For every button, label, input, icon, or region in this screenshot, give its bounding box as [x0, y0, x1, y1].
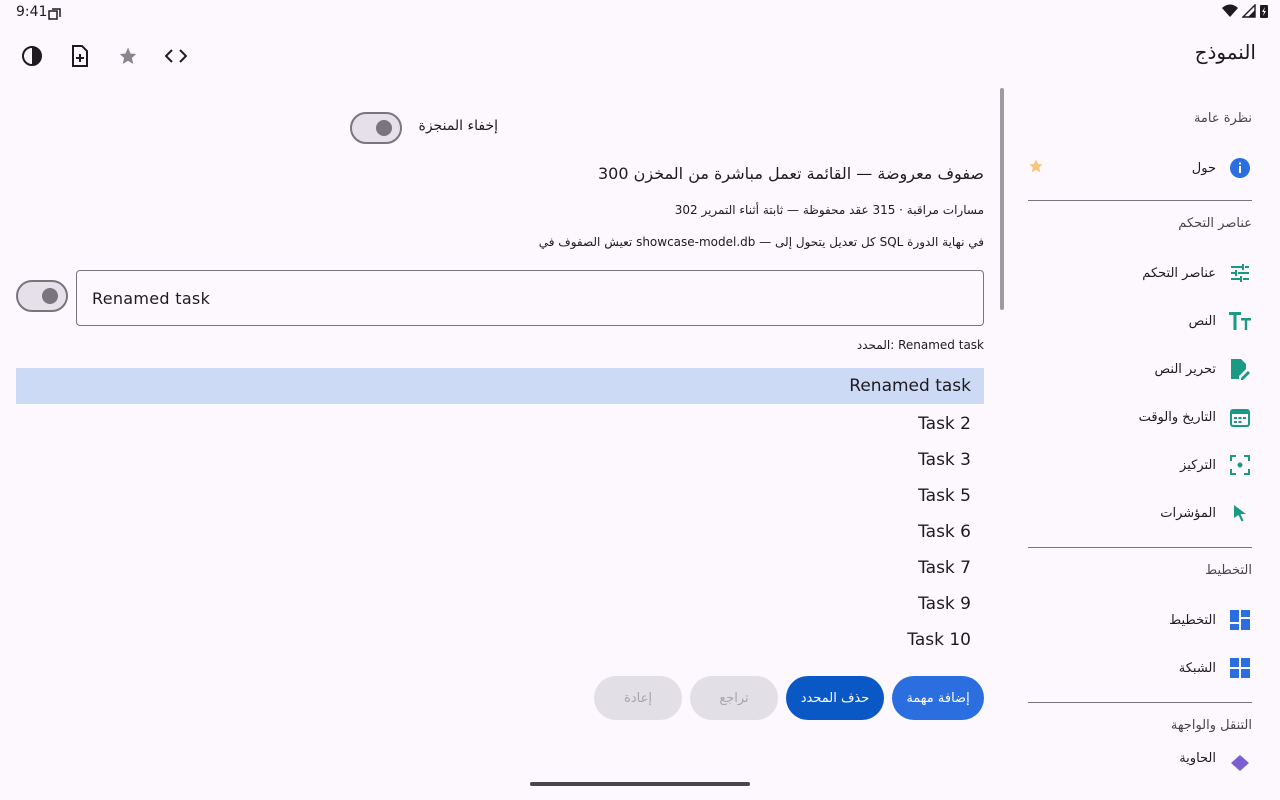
code-icon[interactable]: [160, 40, 192, 72]
sidebar-item-label: عناصر التحكم: [1142, 265, 1216, 281]
star-icon[interactable]: [112, 40, 144, 72]
app-title: النموذج: [1194, 40, 1256, 64]
focus-icon: [1228, 453, 1252, 477]
task-name-input[interactable]: Renamed task: [76, 270, 984, 326]
status-icons: [1222, 4, 1268, 18]
contrast-icon[interactable]: [16, 40, 48, 72]
edit-document-icon: [1228, 357, 1252, 381]
tune-icon: [1228, 261, 1252, 285]
sidebar-item-label: الشبكة: [1178, 660, 1216, 676]
task-row[interactable]: Task 10: [16, 622, 984, 658]
stats-text: 302 مسارات مراقبة · 315 عقد محفوظة — ثاب…: [674, 203, 984, 217]
task-row[interactable]: Task 9: [16, 586, 984, 622]
favorite-star-icon[interactable]: [1028, 158, 1052, 178]
battery-icon: [1260, 5, 1268, 18]
redo-button[interactable]: إعادة: [594, 676, 682, 720]
task-switch[interactable]: [16, 280, 68, 312]
sidebar-item-layout[interactable]: التخطيط: [1028, 596, 1252, 644]
sidebar-item-label: تحرير النص: [1154, 361, 1216, 377]
sidebar-item-label: التركيز: [1180, 457, 1216, 473]
add-task-button[interactable]: إضافة مهمة: [892, 676, 984, 720]
task-row[interactable]: Task 3: [16, 442, 984, 478]
sidebar-item-label: حول: [1191, 160, 1216, 176]
page-heading: 300 صفوف معروضة — القائمة تعمل مباشرة من…: [598, 164, 984, 183]
sidebar-item-controls[interactable]: عناصر التحكم: [1028, 249, 1252, 297]
task-row[interactable]: Task 2: [16, 406, 984, 442]
sidebar-item-grid[interactable]: الشبكة: [1028, 644, 1252, 692]
signal-icon: [1242, 4, 1256, 18]
sidebar-item-text-edit[interactable]: تحرير النص: [1028, 345, 1252, 393]
sidebar-item-label: التاريخ والوقت: [1138, 409, 1216, 425]
switch-knob: [376, 120, 392, 136]
hide-completed-switch[interactable]: [350, 112, 402, 144]
task-row[interactable]: Renamed task: [16, 368, 984, 404]
task-row[interactable]: Task 7: [16, 550, 984, 586]
sidebar-item-datetime[interactable]: التاريخ والوقت: [1028, 393, 1252, 441]
sidebar-header-layout: التخطيط: [1205, 563, 1252, 578]
sidebar-item-label: التخطيط: [1169, 612, 1216, 628]
storage-note: تعيش الصفوف في showcase-model.db — كل تع…: [538, 235, 984, 249]
home-indicator[interactable]: [530, 782, 750, 786]
switch-knob: [42, 288, 58, 304]
pointer-icon: [1228, 501, 1252, 525]
task-row[interactable]: Task 5: [16, 478, 984, 514]
sidebar-item-label: المؤشرات: [1160, 505, 1216, 521]
notification-icon: [48, 6, 61, 25]
sidebar-header-navigation: التنقل والواجهة: [1170, 718, 1252, 733]
calendar-icon: [1228, 405, 1252, 429]
wifi-icon: [1222, 4, 1238, 17]
delete-selected-button[interactable]: حذف المحدد: [786, 676, 884, 720]
text-icon: [1228, 309, 1252, 333]
grid-icon: [1228, 656, 1252, 680]
new-file-icon[interactable]: [64, 40, 96, 72]
info-icon: [1228, 156, 1252, 180]
sidebar-item-about[interactable]: حول: [1028, 144, 1252, 192]
task-row[interactable]: Task 6: [16, 514, 984, 550]
scrollbar[interactable]: [1000, 88, 1004, 310]
layout-icon: [1228, 608, 1252, 632]
nav-icon: [1228, 751, 1252, 771]
sidebar-item-focus[interactable]: التركيز: [1028, 441, 1252, 489]
hide-completed-label: إخفاء المنجزة: [418, 118, 499, 134]
sidebar-item-label: النص: [1188, 313, 1216, 329]
sidebar-header-overview: نظرة عامة: [1193, 111, 1252, 126]
sidebar: نظرة عامة حول عناصر التحكم عناصر التحكم …: [1028, 108, 1252, 771]
selected-label: المحدد: Renamed task: [856, 338, 984, 352]
sidebar-item-container[interactable]: الحاوية: [1028, 751, 1252, 771]
undo-button[interactable]: تراجع: [690, 676, 778, 720]
sidebar-item-pointers[interactable]: المؤشرات: [1028, 489, 1252, 537]
sidebar-item-label: الحاوية: [1179, 751, 1216, 766]
sidebar-header-controls: عناصر التحكم: [1178, 216, 1252, 231]
status-time: 9:41: [16, 4, 48, 20]
sidebar-item-text[interactable]: النص: [1028, 297, 1252, 345]
